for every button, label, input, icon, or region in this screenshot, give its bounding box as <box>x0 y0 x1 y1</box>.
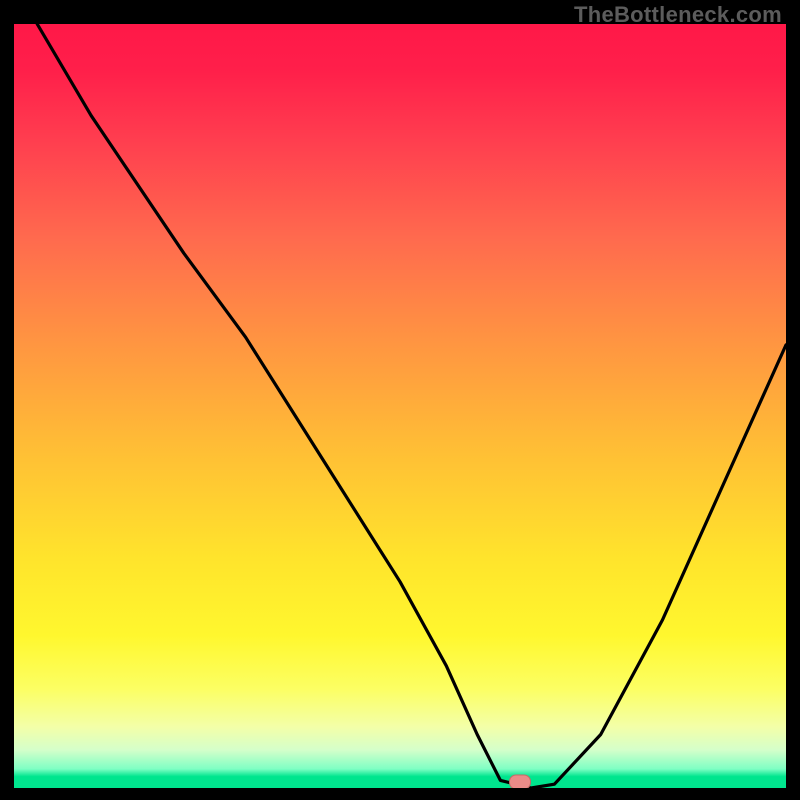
optimal-point-marker <box>509 775 531 789</box>
bottleneck-curve <box>14 24 786 788</box>
plot-area <box>14 24 786 788</box>
chart-frame: TheBottleneck.com <box>0 0 800 800</box>
watermark-text: TheBottleneck.com <box>574 2 782 28</box>
